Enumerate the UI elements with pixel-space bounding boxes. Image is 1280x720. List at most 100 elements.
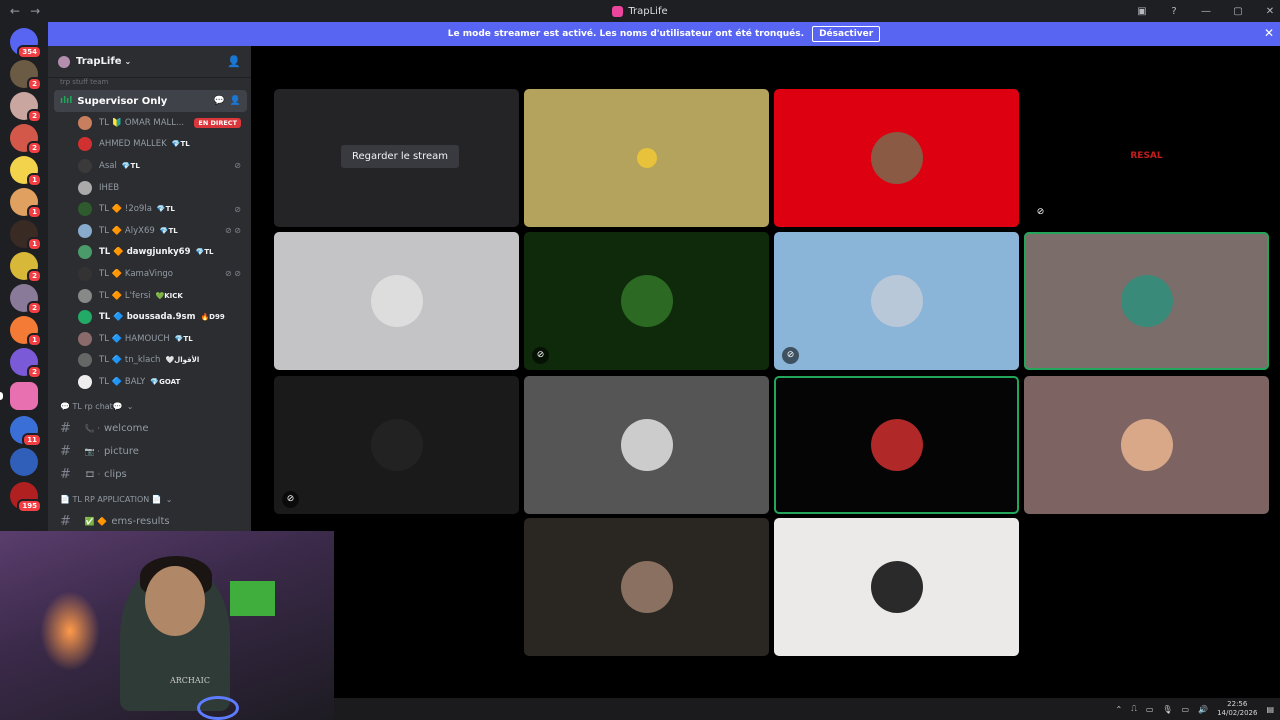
muted-mic-icon: ⊘ <box>1032 204 1049 221</box>
text-channel[interactable]: # 📷 · picture <box>48 440 251 463</box>
server-icon[interactable]: 2 <box>10 60 42 91</box>
guild-header[interactable]: TrapLife ⌄ 👤 <box>48 46 251 78</box>
category-label: 📄 TL RP APPLICATION 📄 <box>60 495 162 505</box>
selected-server-indicator <box>0 392 3 400</box>
help-icon[interactable]: ? <box>1168 6 1180 17</box>
avatar <box>78 310 92 325</box>
voice-member[interactable]: TL 🔷 HAMOUCH 💎TL <box>48 328 251 350</box>
muted-mic-icon: ⊘ <box>532 347 549 364</box>
participant-tile[interactable] <box>524 376 769 514</box>
server-icon[interactable]: 195 <box>10 482 42 513</box>
chat-bubble-icon[interactable]: 💬 <box>214 96 225 106</box>
text-channel[interactable]: # ✅ 🔶 ems-results <box>48 510 251 533</box>
voice-member[interactable]: Asal 💎TL ⊘ <box>48 155 251 177</box>
chevron-up-icon[interactable]: ⌃ <box>1116 705 1123 714</box>
participant-tile[interactable]: ⊘ <box>774 232 1019 370</box>
voice-member[interactable]: TL 🔶 dawgjunky69 💎TL <box>48 242 251 264</box>
avatar <box>78 223 92 238</box>
member-tag: 🔥D99 <box>200 313 225 322</box>
member-name: IHEB <box>99 182 120 193</box>
server-icon[interactable]: 11 <box>10 416 42 447</box>
participant-tile[interactable] <box>1024 232 1269 370</box>
mention-badge: 1 <box>27 237 42 251</box>
avatar <box>370 275 423 327</box>
avatar <box>78 374 92 389</box>
add-member-icon[interactable]: 👤 <box>230 96 241 106</box>
microphone-icon[interactable]: 🎙 <box>1162 705 1172 714</box>
guild-icon <box>58 55 70 68</box>
server-icon[interactable]: 2 <box>10 348 42 379</box>
text-channel[interactable]: # 🎞 · clips <box>48 463 251 486</box>
inbox-icon[interactable]: ▣ <box>1136 6 1148 17</box>
voice-stage-grid: Regarder le stream RESAL ⊘ ⊘ ⊘ ⊘ <box>251 46 1280 720</box>
participant-tile[interactable]: Regarder le stream <box>274 89 519 227</box>
channel-name: clips <box>104 468 127 480</box>
mention-badge: 1 <box>27 333 42 347</box>
participant-tile[interactable] <box>1024 376 1269 514</box>
voice-channel-supervisor[interactable]: ılıl Supervisor Only 💬 👤 <box>54 90 247 112</box>
voice-member[interactable]: TL 🔷 tn_klach 🤍الأقوال <box>48 350 251 372</box>
participant-tile[interactable] <box>274 232 519 370</box>
notification-icon[interactable]: ▤ <box>1266 705 1274 714</box>
voice-member[interactable]: IHEB <box>48 177 251 199</box>
member-name: Asal <box>99 160 117 171</box>
server-icon[interactable]: 1 <box>10 188 42 219</box>
server-icon[interactable]: 1 <box>10 316 42 347</box>
mention-badge: 354 <box>17 45 42 59</box>
voice-member[interactable]: TL 🔶 L'fersi 💚KICK <box>48 285 251 307</box>
participant-tile[interactable] <box>774 89 1019 227</box>
volume-icon[interactable]: 🔊 <box>1198 705 1208 714</box>
voice-member[interactable]: TL 🔷 boussada.9sm 🔥D99 <box>48 306 251 328</box>
participant-tile[interactable] <box>524 89 769 227</box>
member-tag: 💚KICK <box>155 291 183 300</box>
server-icon[interactable]: 2 <box>10 92 42 123</box>
server-icon[interactable]: 2 <box>10 252 42 283</box>
server-icon[interactable]: 354 <box>10 28 42 59</box>
participant-tile[interactable]: RESAL ⊘ <box>1024 89 1269 227</box>
participant-tile[interactable]: ⊘ <box>524 232 769 370</box>
disable-streamer-mode-button[interactable]: Désactiver <box>812 26 881 42</box>
avatar <box>636 148 657 168</box>
usb-icon[interactable]: ⎍ <box>1131 704 1137 714</box>
participant-tile[interactable] <box>774 518 1019 656</box>
invite-people-icon[interactable]: 👤 <box>227 55 241 68</box>
network-icon[interactable]: ▭ <box>1146 705 1154 714</box>
server-icon[interactable]: 2 <box>10 284 42 315</box>
muted-mic-icon: ⊘ <box>282 491 299 508</box>
hash-icon: # <box>60 513 71 529</box>
voice-member[interactable]: TL 🔶 KamaVingo ⊘ ⊘ <box>48 263 251 285</box>
member-name: TL 🔷 HAMOUCH <box>99 333 170 344</box>
avatar <box>870 419 923 471</box>
voice-member[interactable]: TL 🔶 AlyX69 💎TL ⊘ ⊘ <box>48 220 251 242</box>
minimize-icon[interactable]: — <box>1200 6 1212 17</box>
watch-stream-button[interactable]: Regarder le stream <box>341 145 460 168</box>
category-rp-chat[interactable]: 💬 TL rp chat💬 ⌄ <box>48 397 251 417</box>
close-window-icon[interactable]: ✕ <box>1264 6 1276 17</box>
server-icon[interactable] <box>0 382 38 410</box>
system-clock[interactable]: 22:56 14/02/2026 <box>1217 700 1257 718</box>
participant-tile[interactable] <box>774 376 1019 514</box>
voice-activity-icon: ılıl <box>60 96 73 106</box>
voice-member[interactable]: TL 🔶 !2o9la 💎TL ⊘ <box>48 198 251 220</box>
participant-tile[interactable] <box>524 518 769 656</box>
maximize-icon[interactable]: ▢ <box>1232 6 1244 17</box>
server-icon[interactable]: 2 <box>10 124 42 155</box>
participant-tile[interactable]: ⊘ <box>274 376 519 514</box>
category-rp-application[interactable]: 📄 TL RP APPLICATION 📄 ⌄ <box>48 490 251 510</box>
member-tag: 💎TL <box>195 248 214 257</box>
server-icon[interactable]: 1 <box>10 156 42 187</box>
voice-member[interactable]: TL 🔷 BALY 💎GOAT <box>48 371 251 393</box>
mention-badge: 1 <box>27 173 42 187</box>
voice-member[interactable]: TL 🔰 OMAR MALL... EN DIRECT <box>48 112 251 134</box>
voice-member[interactable]: AHMED MALLEK 💎TL <box>48 134 251 156</box>
server-icon[interactable] <box>10 448 38 476</box>
close-banner-icon[interactable]: ✕ <box>1264 26 1274 40</box>
avatar <box>620 561 673 613</box>
text-channel[interactable]: # 📞 · welcome <box>48 417 251 440</box>
os-taskbar: ⌃ ⎍ ▭ 🎙 ▭ 🔊 22:56 14/02/2026 ▤ <box>334 698 1280 720</box>
member-name: TL 🔶 AlyX69 <box>99 225 155 236</box>
monitor-icon[interactable]: ▭ <box>1182 705 1190 714</box>
server-icon[interactable]: 1 <box>10 220 42 251</box>
chevron-down-icon: ⌄ <box>124 57 132 66</box>
member-name: TL 🔶 dawgjunky69 <box>99 247 191 258</box>
